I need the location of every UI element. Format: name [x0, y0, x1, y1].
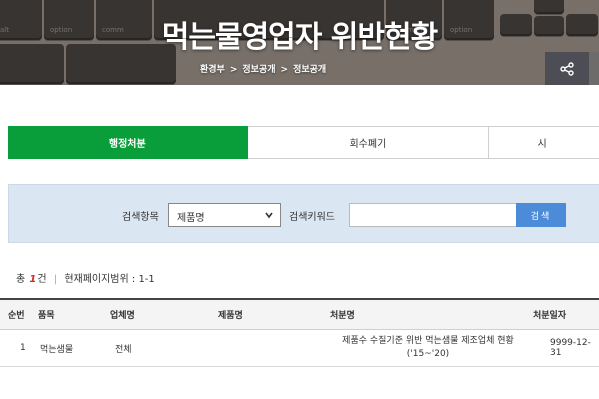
column-header-date: 처분일자	[533, 311, 567, 321]
search-field-label: 검색항목	[122, 212, 159, 223]
tab-recall-disposal[interactable]: 회수폐기	[247, 126, 490, 159]
tab-bar: 행정처분 회수폐기 시	[8, 126, 599, 159]
breadcrumb-separator: >	[280, 65, 289, 75]
search-field-select[interactable]: 제품명	[168, 203, 281, 227]
action-line: ('15~'20)	[406, 349, 450, 359]
column-header-action: 처분명	[330, 311, 355, 321]
cell-company: 전체	[115, 344, 132, 355]
breadcrumb-item-info[interactable]: 정보공개	[242, 65, 275, 75]
search-keyword-label: 검색키워드	[289, 212, 335, 223]
table-header: 순번 품목 업체명 제품명 처분명 처분일자	[0, 298, 599, 330]
tab-label: 시	[537, 139, 547, 150]
results-table: 순번 품목 업체명 제품명 처분명 처분일자 1 먹는샘물 전체 제품수 수질기…	[0, 298, 599, 367]
cell-no: 1	[20, 343, 26, 353]
share-icon	[560, 61, 574, 76]
search-panel: 검색항목 제품명 검색키워드 검색	[8, 184, 599, 243]
header-banner: alt option comm command option 먹는물영업자 위반…	[0, 0, 599, 85]
chevron-down-icon	[265, 212, 273, 219]
column-header-company: 업체명	[110, 311, 135, 321]
tab-label: 회수폐기	[349, 139, 387, 150]
breadcrumb-item-current[interactable]: 정보공개	[293, 65, 326, 75]
breadcrumb: 환경부 > 정보공개 > 정보공개	[200, 62, 326, 75]
print-button[interactable]	[589, 52, 599, 85]
tab-administrative-action[interactable]: 행정처분	[8, 126, 248, 159]
result-count: 1	[29, 274, 37, 285]
column-header-item: 품목	[38, 311, 55, 321]
tab-label: 행정처분	[108, 139, 146, 150]
table-row[interactable]: 1 먹는샘물 전체 제품수 수질기준 위반 먹는샘물 제조업체 현황 ('15~…	[0, 330, 599, 367]
page-range: 현재페이지범위 : 1-1	[64, 274, 155, 285]
search-button[interactable]: 검색	[516, 203, 566, 227]
breadcrumb-separator: >	[229, 65, 238, 75]
cell-action[interactable]: 제품수 수질기준 위반 먹는샘물 제조업체 현황 ('15~'20)	[333, 330, 523, 366]
page-title: 먹는물영업자 위반현황	[161, 20, 438, 55]
share-button[interactable]	[545, 52, 589, 85]
search-keyword-input[interactable]	[349, 203, 517, 227]
result-summary: 총 1건 | 현재페이지범위 : 1-1	[16, 270, 155, 285]
action-line: 제품수 수질기준 위반 먹는샘물 제조업체 현황	[342, 335, 514, 346]
summary-prefix: 총	[16, 274, 26, 285]
summary-divider: |	[53, 274, 58, 285]
tab-third[interactable]: 시	[489, 126, 599, 159]
column-header-no: 순번	[8, 311, 25, 321]
breadcrumb-item-ministry[interactable]: 환경부	[200, 65, 225, 75]
column-header-product: 제품명	[218, 311, 243, 321]
cell-item: 먹는샘물	[40, 344, 74, 355]
cell-date: 9999-12-31	[550, 338, 591, 358]
summary-unit: 건	[37, 274, 47, 285]
search-field-value: 제품명	[177, 213, 205, 224]
